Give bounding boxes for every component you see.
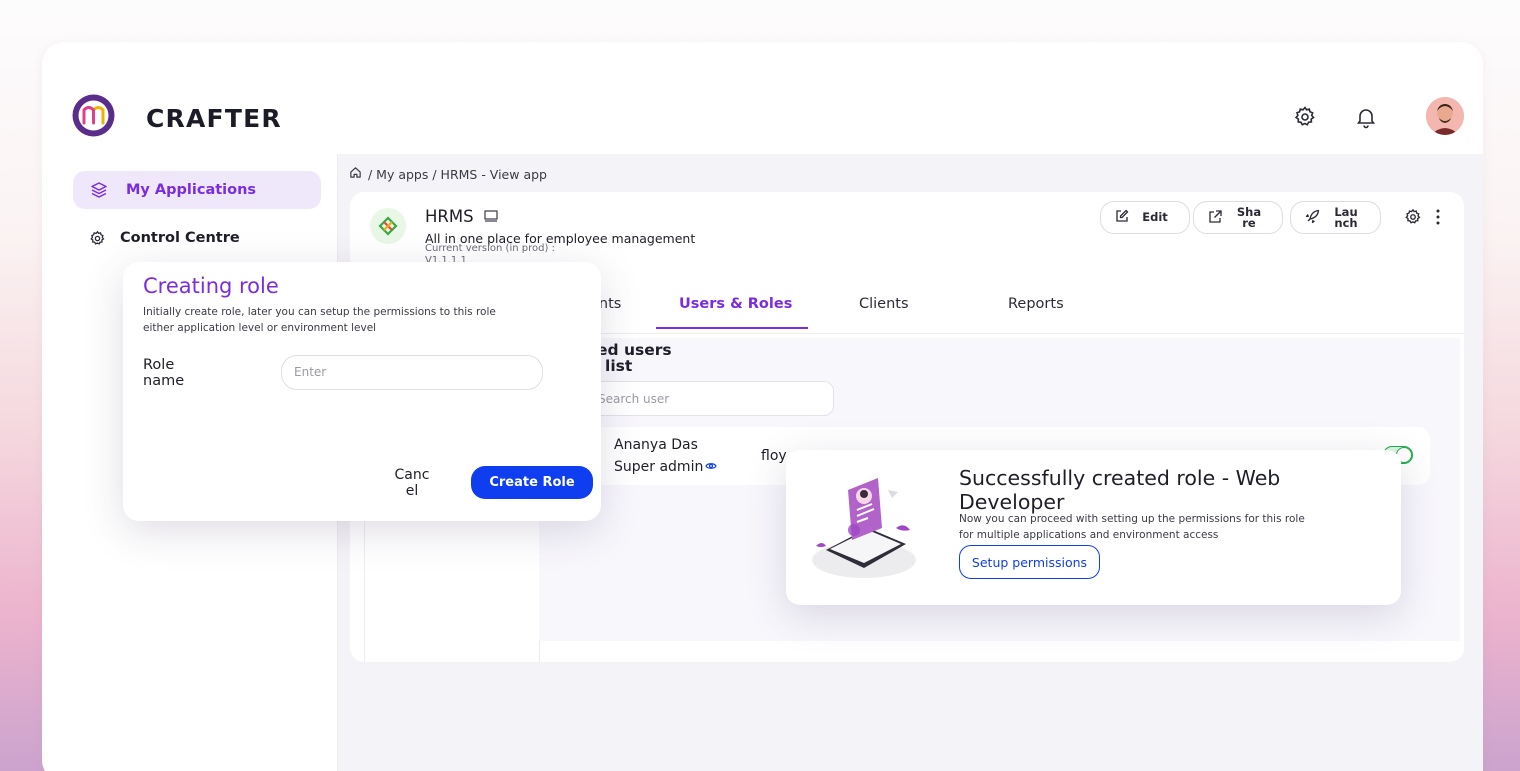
app-title: HRMS	[425, 207, 498, 226]
users-title-line1: ed users	[597, 341, 672, 359]
toast-description: Now you can proceed with setting up the …	[959, 513, 1305, 541]
version-label: Current version (in prod) :	[425, 243, 555, 254]
brand-logo[interactable]	[71, 93, 116, 138]
setup-permissions-button[interactable]: Setup permissions	[959, 545, 1100, 579]
success-toast: Successfully created role - Web Develope…	[786, 450, 1401, 605]
create-role-button[interactable]: Create Role	[471, 466, 593, 499]
search-user-input[interactable]: Search user	[581, 381, 834, 416]
role-card-illustration	[808, 470, 920, 582]
edit-button[interactable]: Edit	[1100, 201, 1190, 234]
users-title: ed users list	[597, 342, 672, 374]
active-tab-indicator	[656, 327, 808, 329]
home-icon[interactable]	[349, 166, 362, 182]
edit-icon	[1115, 209, 1129, 226]
share-icon	[1208, 209, 1223, 226]
sidebar-item-label: My Applications	[126, 182, 257, 198]
user-email: floy	[761, 448, 787, 464]
breadcrumb: / My apps / HRMS - View app	[349, 166, 547, 182]
edit-label: Edit	[1142, 210, 1168, 224]
share-label: Share	[1236, 204, 1262, 230]
tab-reports[interactable]: Reports	[1008, 296, 1064, 312]
users-title-line2: list	[605, 357, 633, 375]
layers-icon	[90, 181, 108, 199]
share-button[interactable]: Share	[1193, 201, 1283, 234]
modal-title: Creating role	[143, 274, 279, 298]
toast-title: Successfully created role - Web Develope…	[959, 466, 1281, 514]
tab-clients[interactable]: Clients	[859, 296, 909, 312]
top-header: CRAFTER	[42, 42, 1483, 154]
bell-icon[interactable]	[1352, 103, 1380, 131]
sidebar-item-my-applications[interactable]: My Applications	[73, 171, 321, 209]
app-title-text: HRMS	[425, 207, 474, 226]
gear-icon	[88, 229, 106, 247]
brand-name: CRAFTER	[146, 104, 282, 133]
more-vertical-icon[interactable]	[1436, 209, 1440, 229]
user-role: Super admin	[614, 459, 718, 475]
launch-label: Launch	[1334, 204, 1358, 230]
rocket-icon	[1305, 209, 1320, 227]
eye-icon[interactable]	[705, 459, 718, 475]
sidebar-item-label: Control Centre	[120, 230, 240, 246]
role-name-label: Role name	[143, 357, 185, 389]
create-role-modal: Creating role Initially create role, lat…	[123, 262, 601, 521]
app-settings-icon[interactable]	[1404, 208, 1422, 230]
gear-icon[interactable]	[1291, 103, 1319, 131]
user-role-text: Super admin	[614, 459, 704, 475]
app-logo-icon	[370, 208, 406, 244]
avatar[interactable]	[1426, 97, 1464, 135]
desktop-icon	[483, 207, 498, 226]
breadcrumb-text[interactable]: / My apps / HRMS - View app	[368, 167, 547, 182]
cancel-button[interactable]: Cancel	[393, 467, 431, 499]
user-name: Ananya Das	[614, 437, 698, 453]
sidebar-item-control-centre[interactable]: Control Centre	[73, 219, 321, 257]
role-name-input[interactable]: Enter	[281, 355, 543, 390]
tab-users-roles[interactable]: Users & Roles	[679, 296, 792, 312]
launch-button[interactable]: Launch	[1290, 201, 1381, 234]
modal-description: Initially create role, later you can set…	[143, 306, 496, 334]
